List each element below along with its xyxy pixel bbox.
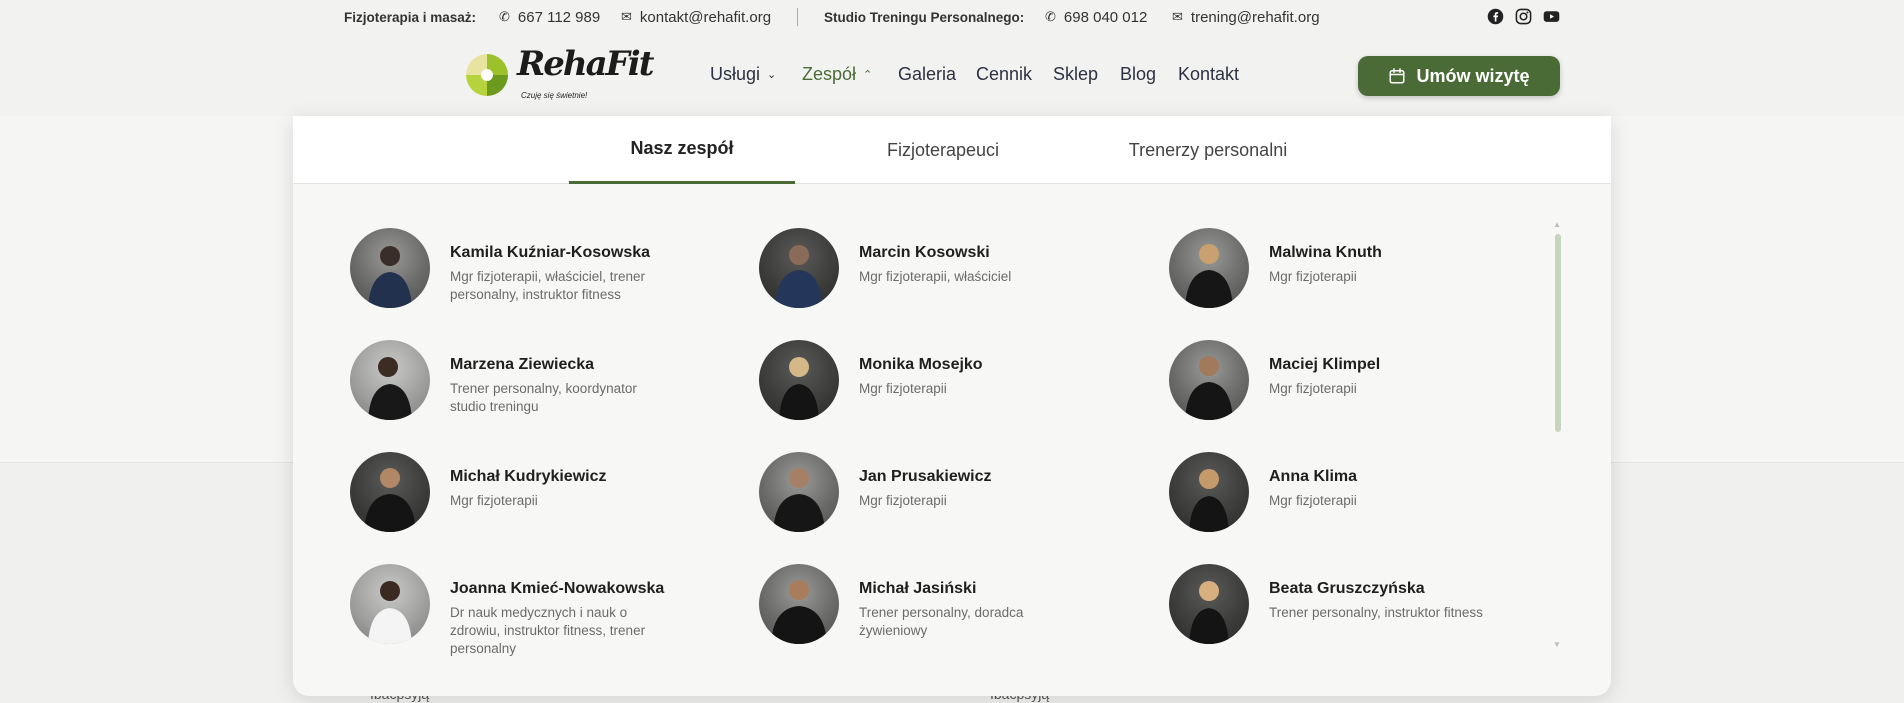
fizjo-label: Fizjoterapia i masaż: bbox=[344, 9, 477, 25]
avatar bbox=[1169, 564, 1249, 644]
fizjo-phone-link[interactable]: ✆ 667 112 989 bbox=[499, 0, 600, 34]
tab-trenerzy[interactable]: Trenerzy personalni bbox=[1083, 116, 1333, 184]
member-role: Mgr fizjoterapii bbox=[1269, 493, 1357, 508]
chevron-up-icon: ⌃ bbox=[863, 69, 873, 81]
avatar bbox=[759, 228, 839, 308]
youtube-icon[interactable] bbox=[1543, 8, 1560, 25]
member-name: Anna Klima bbox=[1269, 468, 1358, 485]
team-member-card[interactable]: Anna Klima Mgr fizjoterapii bbox=[1169, 452, 1549, 542]
member-name: Michał Kudrykiewicz bbox=[450, 468, 607, 485]
topbar-divider bbox=[797, 8, 798, 26]
nav-sklep[interactable]: Sklep bbox=[1053, 64, 1098, 85]
studio-label: Studio Treningu Personalnego: bbox=[824, 9, 1025, 25]
team-member-card[interactable]: Beata Gruszczyńska Trener personalny, in… bbox=[1169, 564, 1549, 654]
fizjo-email: kontakt@rehafit.org bbox=[639, 8, 772, 26]
fizjo-email-link[interactable]: ✉ kontakt@rehafit.org bbox=[621, 0, 771, 34]
member-name: Marcin Kosowski bbox=[859, 244, 990, 261]
team-member-card[interactable]: Marcin Kosowski Mgr fizjoterapii, właści… bbox=[759, 228, 1139, 318]
phone-icon: ✆ bbox=[499, 9, 510, 24]
member-role: Mgr fizjoterapii, właściciel bbox=[859, 269, 1012, 284]
book-visit-button[interactable]: Umów wizytę bbox=[1358, 56, 1560, 96]
scroll-down-icon[interactable]: ▼ bbox=[1553, 640, 1561, 649]
member-role: Mgr fizjoterapii bbox=[450, 493, 538, 508]
member-role: Dr nauk medycznych i nauk o zdrowiu, ins… bbox=[450, 605, 646, 656]
member-role: Trener personalny, doradca żywieniowy bbox=[859, 605, 1024, 638]
scrollbar-thumb[interactable] bbox=[1555, 234, 1561, 432]
member-name: Maciej Klimpel bbox=[1269, 356, 1381, 373]
avatar bbox=[350, 564, 430, 644]
mail-icon: ✉ bbox=[621, 9, 632, 24]
member-name: Malwina Knuth bbox=[1269, 244, 1382, 261]
team-tabs: Nasz zespół Fizjoterapeuci Trenerzy pers… bbox=[293, 116, 1611, 184]
avatar bbox=[1169, 452, 1249, 532]
member-role: Mgr fizjoterapii bbox=[1269, 381, 1357, 396]
avatar bbox=[350, 340, 430, 420]
nav-label: Cennik bbox=[976, 64, 1033, 84]
team-member-card[interactable]: Michał Jasiński Trener personalny, dorad… bbox=[759, 564, 1139, 654]
studio-phone: 698 040 012 bbox=[1063, 8, 1148, 26]
logo-tagline: Czuję się świetnie! bbox=[521, 91, 588, 100]
tab-nasz-zespol[interactable]: Nasz zespół bbox=[569, 116, 795, 184]
fizjo-phone: 667 112 989 bbox=[517, 8, 601, 26]
member-name: Marzena Ziewiecka bbox=[450, 356, 595, 373]
studio-email-link[interactable]: ✉ trening@rehafit.org bbox=[1172, 0, 1320, 34]
mail-icon: ✉ bbox=[1172, 9, 1183, 24]
team-mega-menu: Nasz zespół Fizjoterapeuci Trenerzy pers… bbox=[293, 116, 1611, 696]
avatar bbox=[350, 228, 430, 308]
team-member-card[interactable]: Michał Kudrykiewicz Mgr fizjoterapii bbox=[350, 452, 730, 542]
team-member-card[interactable]: Joanna Kmieć-Nowakowska Dr nauk medyczny… bbox=[350, 564, 730, 656]
team-member-card[interactable]: Monika Mosejko Mgr fizjoterapii bbox=[759, 340, 1139, 430]
studio-phone-link[interactable]: ✆ 698 040 012 bbox=[1045, 0, 1147, 34]
book-visit-label: Umów wizytę bbox=[1416, 65, 1530, 86]
member-role: Trener personalny, instruktor fitness bbox=[1269, 605, 1483, 620]
team-member-card[interactable]: Maciej Klimpel Mgr fizjoterapii bbox=[1169, 340, 1549, 430]
fizjo-label-wrap: Fizjoterapia i masaż: bbox=[344, 0, 476, 34]
nav-label: Zespół bbox=[802, 64, 857, 84]
avatar bbox=[350, 452, 430, 532]
nav-uslugi[interactable]: Usługi ⌄ bbox=[710, 64, 776, 85]
top-contact-bar: Fizjoterapia i masaż: ✆ 667 112 989 ✉ ko… bbox=[0, 0, 1904, 34]
instagram-icon[interactable] bbox=[1515, 8, 1532, 25]
team-member-card[interactable]: Kamila Kuźniar-Kosowska Mgr fizjoterapii… bbox=[350, 228, 730, 318]
member-name: Michał Jasiński bbox=[859, 580, 977, 597]
nav-label: Kontakt bbox=[1178, 64, 1240, 84]
member-role: Mgr fizjoterapii, właściciel, trener per… bbox=[450, 269, 646, 302]
member-name: Joanna Kmieć-Nowakowska bbox=[450, 580, 665, 597]
team-member-card[interactable]: Malwina Knuth Mgr fizjoterapii bbox=[1169, 228, 1549, 318]
nav-label: Sklep bbox=[1053, 64, 1099, 84]
chevron-down-icon: ⌄ bbox=[767, 69, 777, 81]
nav-label: Blog bbox=[1120, 64, 1157, 84]
avatar bbox=[1169, 228, 1249, 308]
nav-zespol[interactable]: Zespół ⌃ bbox=[802, 64, 872, 85]
nav-blog[interactable]: Blog bbox=[1120, 64, 1156, 85]
nav-kontakt[interactable]: Kontakt bbox=[1178, 64, 1239, 85]
team-member-card[interactable]: Marzena Ziewiecka Trener personalny, koo… bbox=[350, 340, 730, 430]
nav-label: Usługi bbox=[710, 64, 761, 84]
member-name: Jan Prusakiewicz bbox=[859, 468, 992, 485]
calendar-icon bbox=[1389, 68, 1405, 84]
member-role: Mgr fizjoterapii bbox=[1269, 269, 1357, 284]
studio-email: trening@rehafit.org bbox=[1190, 8, 1320, 26]
nav-galeria[interactable]: Galeria bbox=[898, 64, 956, 85]
member-role: Trener personalny, koordynator studio tr… bbox=[450, 381, 637, 414]
facebook-icon[interactable] bbox=[1487, 8, 1504, 25]
team-member-card[interactable]: Jan Prusakiewicz Mgr fizjoterapii bbox=[759, 452, 1139, 542]
member-role: Mgr fizjoterapii bbox=[859, 381, 947, 396]
studio-label-wrap: Studio Treningu Personalnego: bbox=[824, 0, 1024, 34]
member-name: Monika Mosejko bbox=[859, 356, 983, 373]
avatar bbox=[759, 564, 839, 644]
nav-label: Galeria bbox=[898, 64, 957, 84]
avatar bbox=[1169, 340, 1249, 420]
member-name: Kamila Kuźniar-Kosowska bbox=[450, 244, 651, 261]
member-role: Mgr fizjoterapii bbox=[859, 493, 947, 508]
logo-wordmark: RehaFit bbox=[517, 44, 654, 84]
nav-cennik[interactable]: Cennik bbox=[976, 64, 1032, 85]
avatar bbox=[759, 340, 839, 420]
phone-icon: ✆ bbox=[1045, 9, 1056, 24]
avatar bbox=[759, 452, 839, 532]
member-name: Beata Gruszczyńska bbox=[1269, 580, 1425, 597]
tab-fizjoterapeuci[interactable]: Fizjoterapeuci bbox=[833, 116, 1053, 184]
